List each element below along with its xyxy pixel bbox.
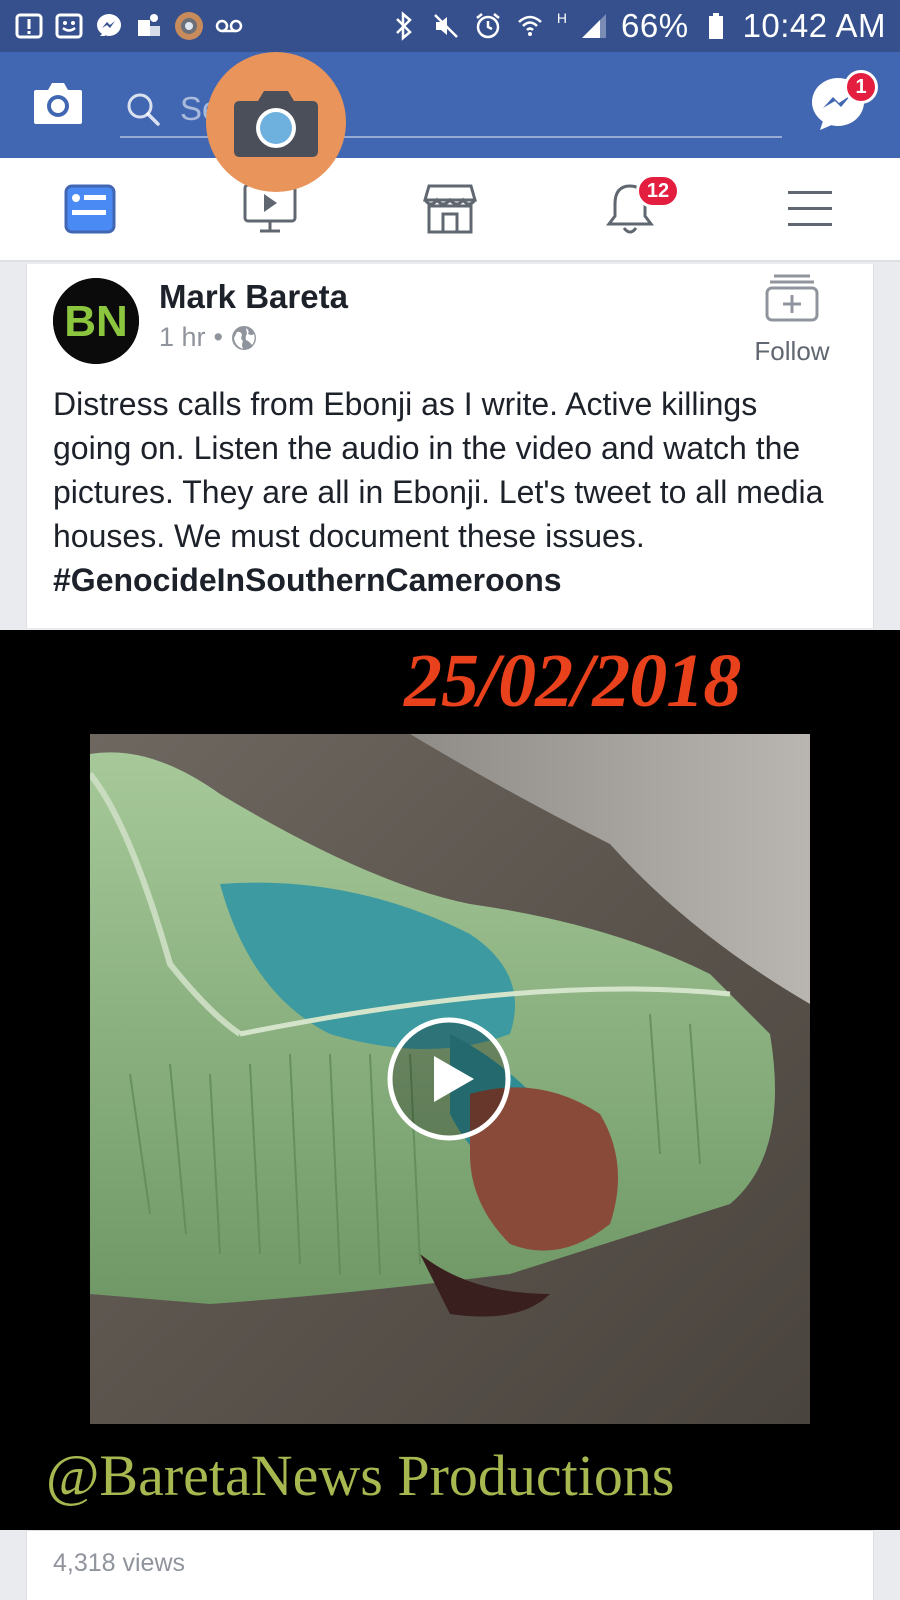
video-date-overlay: 25/02/2018 [404, 639, 741, 723]
post-video[interactable]: 25/02/2018 @BaretaNews Productions [0, 630, 900, 1530]
play-icon [387, 1017, 511, 1141]
post-text: Distress calls from Ebonji as I write. A… [53, 386, 824, 554]
wifi-icon [515, 11, 545, 41]
network-type: H [556, 10, 567, 26]
meta-separator: • [213, 322, 223, 352]
bareta-news-logo: BN [53, 278, 139, 364]
tab-news-feed[interactable] [0, 158, 180, 260]
status-notification-icons [14, 11, 244, 41]
screenshot-bubble[interactable] [206, 52, 346, 192]
notifications-badge: 12 [636, 174, 680, 208]
view-count: 4,318 views [53, 1549, 186, 1577]
avatar-logo-text: BN [64, 297, 128, 346]
tab-menu[interactable] [720, 158, 900, 260]
screenshot-camera-icon [234, 91, 318, 157]
camera-button[interactable] [32, 78, 84, 126]
apps-icon [134, 11, 164, 41]
clock: 10:42 AM [742, 7, 886, 44]
bluetooth-icon [389, 11, 419, 41]
search-icon [127, 93, 160, 126]
tab-notifications[interactable]: 12 [540, 158, 720, 260]
follow-label: Follow [754, 336, 830, 366]
hashtag-link[interactable]: #GenocideInSouthernCameroons [53, 562, 562, 598]
post-card: BN Mark Bareta 1 hr • Follow Distress ca… [26, 264, 874, 628]
top-app-bar: 1 [0, 52, 900, 158]
mute-icon [431, 11, 461, 41]
news-feed-icon [64, 184, 116, 234]
camera-icon [34, 83, 82, 124]
post-time[interactable]: 1 hr [159, 322, 206, 353]
follow-button[interactable]: Follow [737, 268, 847, 368]
messenger-badge: 1 [844, 70, 878, 104]
marketplace-icon [423, 184, 477, 234]
signal-icon [579, 11, 609, 41]
tab-bar: 12 [0, 158, 900, 262]
messenger-icon [94, 11, 124, 41]
globe-icon [231, 325, 256, 350]
camera-circle-icon [174, 11, 204, 41]
status-bar: H 66% 10:42 AM [0, 0, 900, 52]
avatar[interactable]: BN [53, 278, 139, 364]
hamburger-menu-icon [788, 191, 832, 226]
battery-icon [701, 11, 731, 41]
alert-square-icon [14, 11, 44, 41]
battery-percent: 66% [621, 7, 689, 44]
play-button[interactable] [386, 1016, 512, 1142]
tab-marketplace[interactable] [360, 158, 540, 260]
follow-icon [765, 274, 819, 322]
messenger-button[interactable]: 1 [810, 70, 878, 136]
post-body: Distress calls from Ebonji as I write. A… [53, 382, 843, 602]
voicemail-icon [214, 11, 244, 41]
author-name[interactable]: Mark Bareta [159, 278, 348, 316]
smiley-square-icon [54, 11, 84, 41]
status-system-icons: H 66% 10:42 AM [389, 7, 886, 45]
post-meta: 1 hr • [159, 322, 257, 353]
post-footer: 4,318 views [26, 1530, 874, 1600]
alarm-icon [473, 11, 503, 41]
video-credit-overlay: @BaretaNews Productions [46, 1443, 675, 1508]
